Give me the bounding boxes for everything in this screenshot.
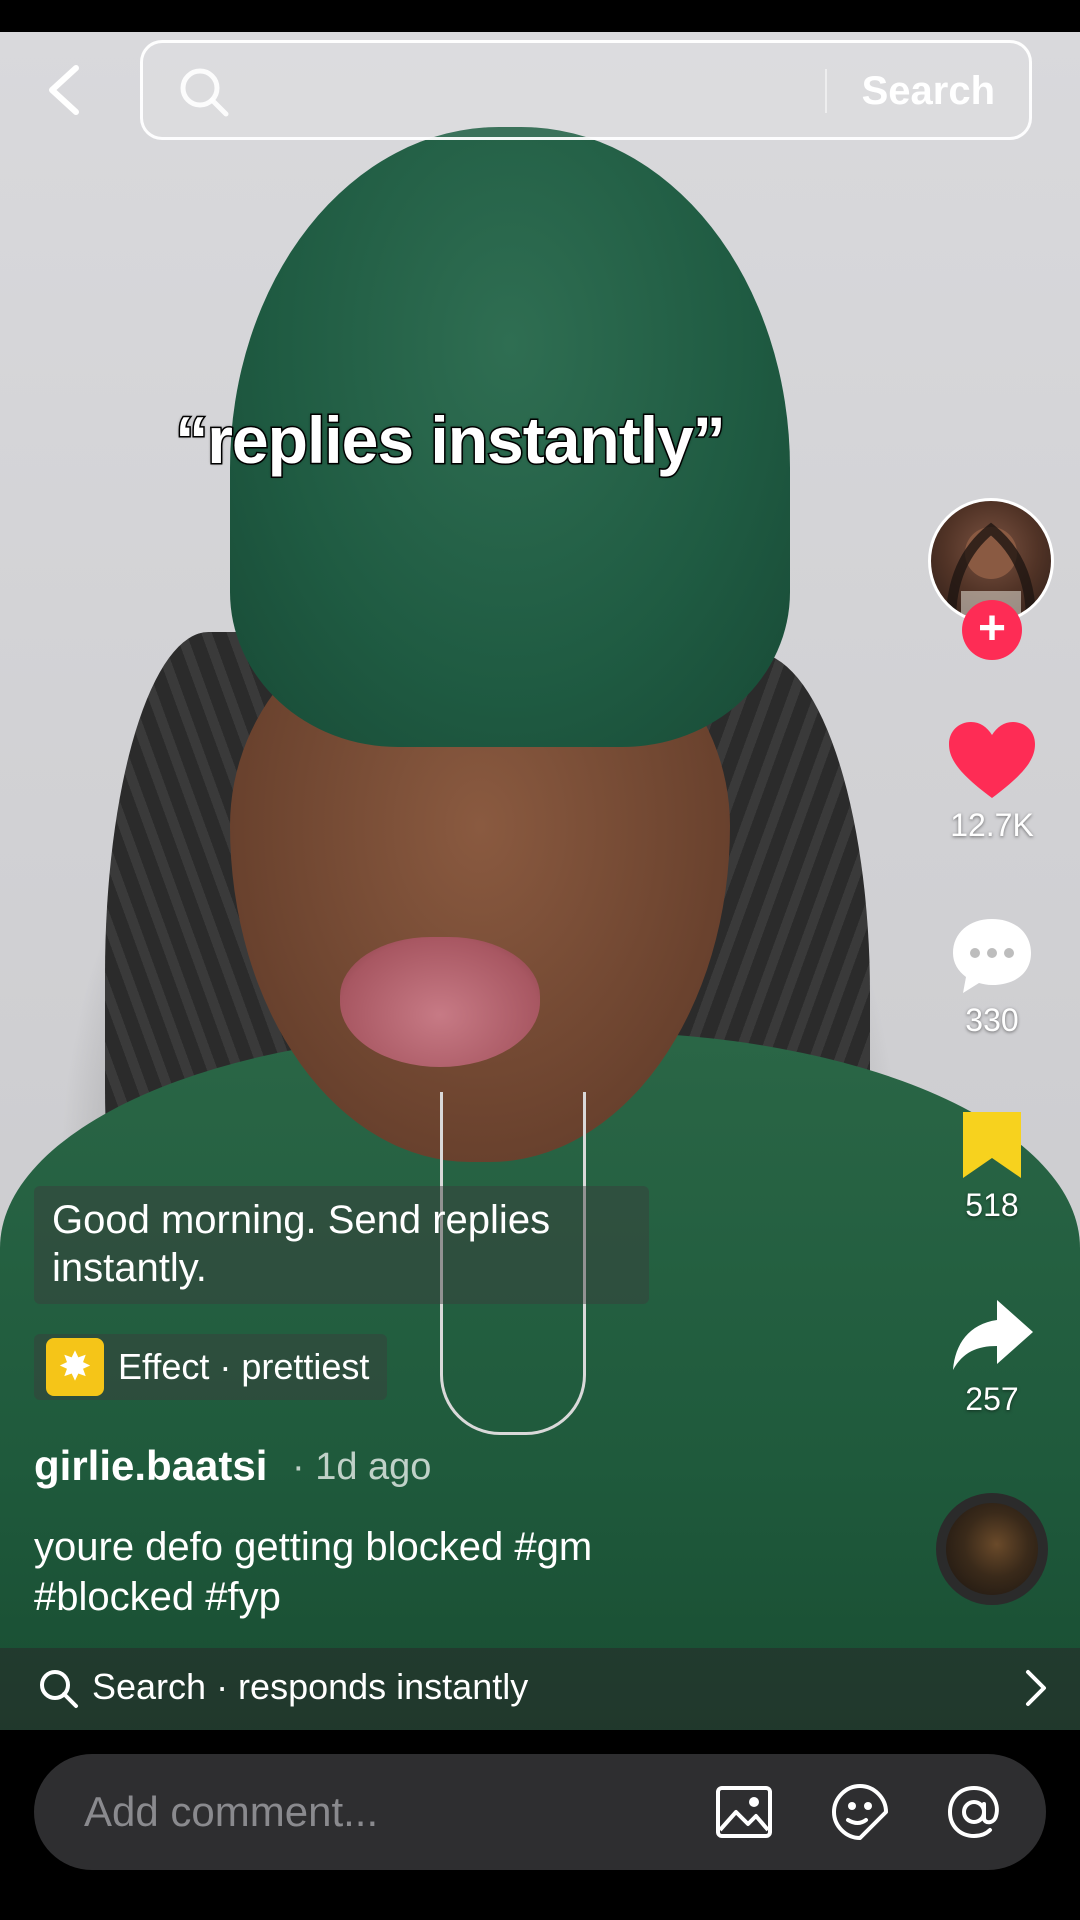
search-icon xyxy=(40,1670,78,1708)
image-icon[interactable] xyxy=(714,1782,774,1842)
search-icon xyxy=(180,68,229,117)
mention-icon[interactable] xyxy=(944,1782,1004,1842)
sparkle-icon: ✸ xyxy=(46,1338,104,1396)
post-time: · 1d ago xyxy=(292,1446,432,1488)
back-button[interactable] xyxy=(40,62,90,118)
chevron-left-icon xyxy=(49,65,79,115)
comment-bar: Add comment... xyxy=(0,1730,1080,1920)
effect-label: Effect · prettiest xyxy=(118,1346,370,1387)
save-count: 518 xyxy=(965,1187,1019,1223)
sticker-icon[interactable] xyxy=(830,1782,890,1842)
save-button[interactable]: 518 xyxy=(932,1108,1052,1224)
search-divider xyxy=(825,69,827,113)
related-search-text: Search · responds instantly xyxy=(92,1666,529,1707)
music-disc[interactable] xyxy=(936,1493,1048,1605)
comment-icon xyxy=(953,919,1031,993)
search-input[interactable]: Search xyxy=(140,40,1032,140)
heart-icon xyxy=(949,722,1035,798)
like-button[interactable]: 12.7K xyxy=(932,720,1052,844)
bookmark-icon xyxy=(963,1112,1021,1178)
share-arrow-icon xyxy=(953,1300,1033,1370)
comment-placeholder: Add comment... xyxy=(84,1788,379,1835)
comment-count: 330 xyxy=(965,1002,1019,1038)
comment-button[interactable]: 330 xyxy=(932,915,1052,1039)
like-count: 12.7K xyxy=(950,807,1034,843)
chevron-right-icon xyxy=(1026,1670,1046,1706)
creator-username[interactable]: girlie.baatsi xyxy=(34,1442,267,1490)
share-count: 257 xyxy=(965,1381,1019,1417)
effect-tag[interactable]: ✸ Effect · prettiest xyxy=(34,1334,388,1400)
related-search-bar[interactable]: Search · responds instantly xyxy=(0,1648,1080,1730)
post-description: youre defo getting blocked #gm #blocked … xyxy=(34,1525,593,1619)
video-caption: “replies instantly” xyxy=(174,402,728,479)
comment-input[interactable]: Add comment... xyxy=(34,1754,1046,1870)
video-content xyxy=(340,937,540,1067)
question-text: Good morning. Send replies instantly. xyxy=(52,1198,551,1290)
share-button[interactable]: 257 xyxy=(932,1296,1052,1418)
question-banner: Good morning. Send replies instantly. xyxy=(34,1186,649,1304)
follow-button[interactable]: + xyxy=(962,600,1022,660)
search-button[interactable]: Search xyxy=(862,69,995,114)
